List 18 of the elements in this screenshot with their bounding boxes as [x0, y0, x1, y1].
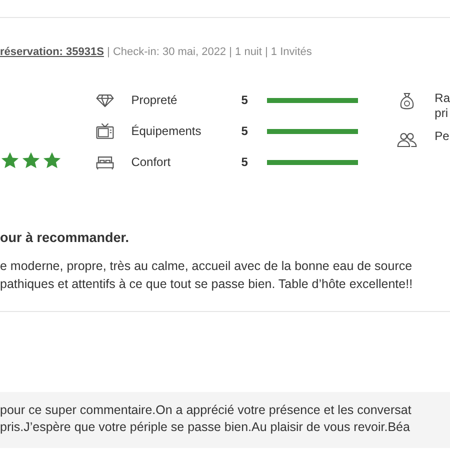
category-score: 5	[241, 154, 249, 171]
separator: |	[107, 46, 110, 58]
reply-text: pour ce super commentaire.On a apprécié votre présence et les conversat pris.J’espère que votre périple se passe bien.Au plaisir de vous revoir.Béa	[0, 402, 412, 436]
category-score: 5	[241, 123, 249, 140]
review-text: e moderne, propre, très au calme, accueil avec de la bonne eau de source pathiques et attentifs à ce que tout se passe bien. Table d’hôte excellente!!	[0, 258, 414, 293]
category-label: Pe	[434, 128, 450, 144]
category-label: Ra pri	[434, 90, 450, 120]
reservation-link[interactable]: réservation: 35931S	[0, 46, 104, 58]
checkin-info: Check-in: 30 mai, 2022 | 1 nuit | 1 Invités	[112, 46, 312, 58]
category-score: 5	[241, 92, 249, 109]
review-title: our à recommander.	[0, 228, 130, 246]
category-label: Équipements	[131, 123, 202, 140]
star-icon	[0, 150, 20, 170]
star-icon	[21, 150, 41, 170]
category-label: Confort	[131, 154, 172, 171]
tv-icon	[95, 122, 116, 140]
star-icon	[42, 150, 62, 170]
category-label: Propreté	[131, 92, 178, 109]
